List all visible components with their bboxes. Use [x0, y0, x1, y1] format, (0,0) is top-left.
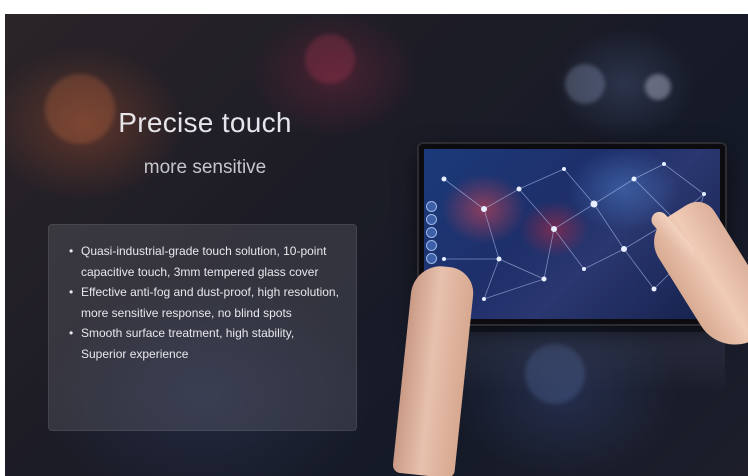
feature-item: Quasi-industrial-grade touch solution, 1…	[69, 241, 342, 282]
screen-toolbar	[426, 201, 438, 264]
feature-list: Quasi-industrial-grade touch solution, 1…	[69, 241, 342, 364]
toolbar-tool-icon	[426, 214, 437, 225]
page-subtitle: more sensitive	[143, 157, 267, 178]
banner: Precise touch more sensitive Quasi-indus…	[5, 14, 748, 476]
bokeh-light	[645, 74, 671, 100]
left-hand-image	[392, 263, 476, 476]
toolbar-tool-icon	[426, 201, 437, 212]
feature-item: Effective anti-fog and dust-proof, high …	[69, 282, 342, 323]
bokeh-light	[305, 34, 355, 84]
page-title: Precise touch	[118, 107, 292, 138]
toolbar-tool-icon	[426, 240, 437, 251]
bokeh-light	[565, 64, 605, 104]
feature-item: Smooth surface treatment, high stability…	[69, 323, 342, 364]
features-panel: Quasi-industrial-grade touch solution, 1…	[48, 224, 357, 431]
toolbar-tool-icon	[426, 253, 437, 264]
toolbar-tool-icon	[426, 227, 437, 238]
